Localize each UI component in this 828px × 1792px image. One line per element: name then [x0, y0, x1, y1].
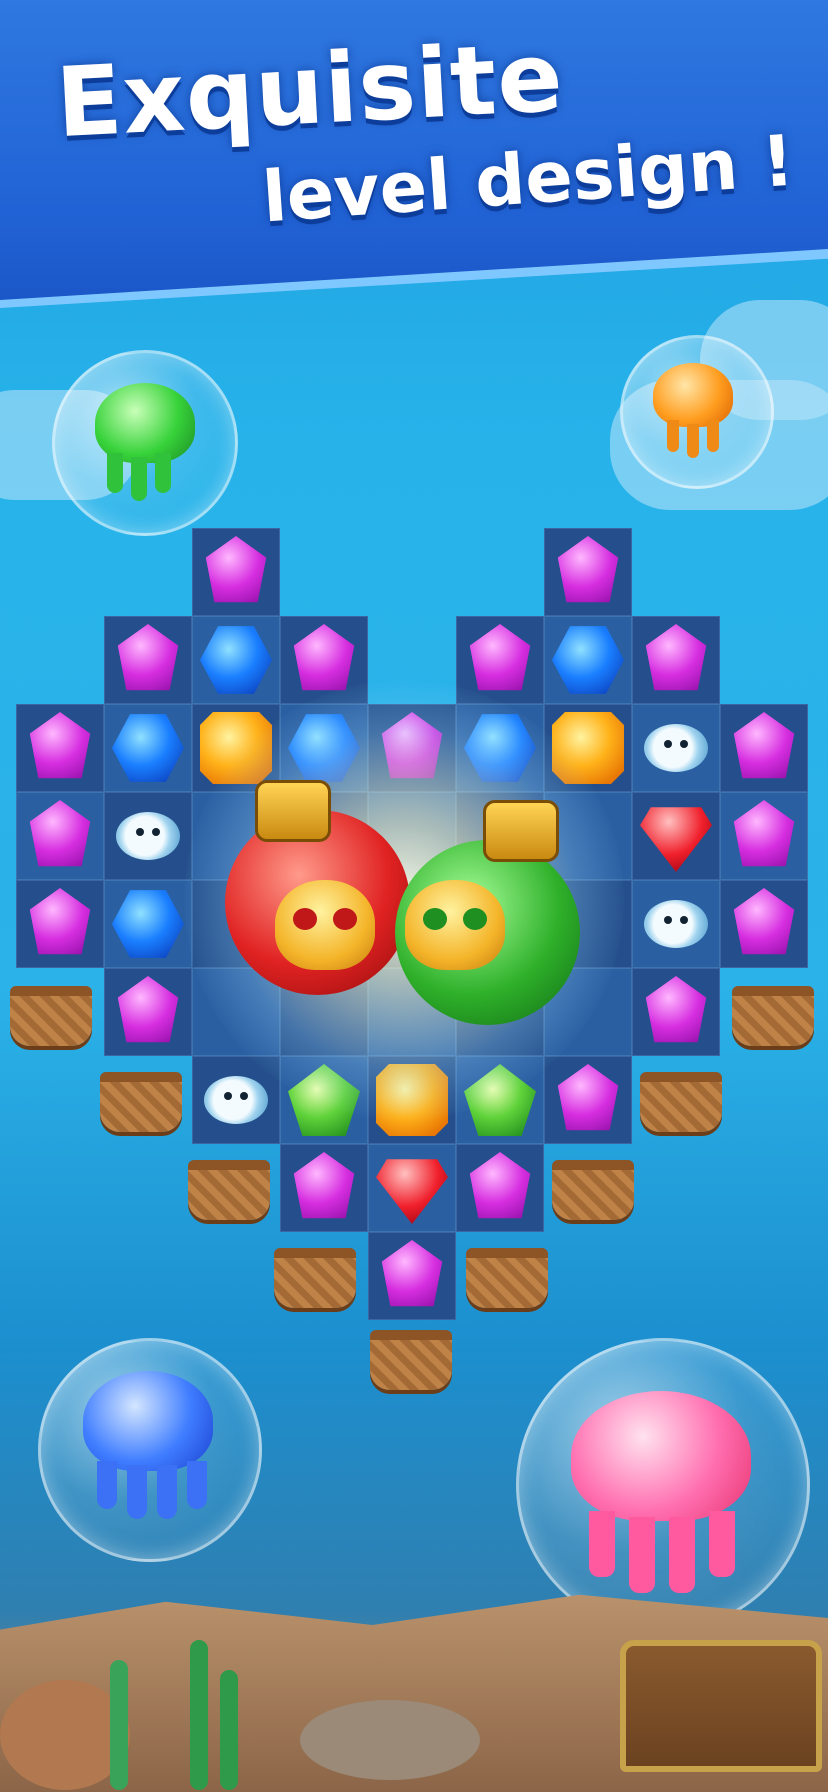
jellyfish-tentacle: [707, 420, 719, 452]
seaweed: [190, 1640, 208, 1790]
skull-eye: [333, 908, 357, 930]
basket: [466, 1248, 548, 1308]
jellyfish-tentacle: [131, 457, 147, 501]
seaweed: [110, 1660, 128, 1790]
jellyfish-tentacle: [107, 453, 123, 493]
basket: [732, 986, 814, 1046]
basket: [370, 1330, 452, 1390]
jellyfish-icon: [653, 363, 733, 427]
basket: [100, 1072, 182, 1132]
jellyfish-icon: [571, 1391, 751, 1521]
jellyfish-tentacle: [157, 1465, 177, 1519]
jellyfish-tentacle: [669, 1517, 695, 1593]
rock: [300, 1700, 480, 1780]
blue-jellyfish-bubble[interactable]: [38, 1338, 262, 1562]
bomb-fuse-cap: [483, 800, 559, 862]
jellyfish-tentacle: [687, 424, 699, 458]
pufferfish[interactable]: [644, 724, 708, 772]
green-jellyfish-bubble[interactable]: [52, 350, 238, 536]
basket: [640, 1072, 722, 1132]
orange-jellyfish-bubble[interactable]: [620, 335, 774, 489]
pink-jellyfish-bubble[interactable]: [516, 1338, 810, 1632]
basket: [274, 1248, 356, 1308]
green-skull-bomb[interactable]: [395, 800, 580, 1025]
jellyfish-tentacle: [187, 1461, 207, 1509]
seaweed: [220, 1670, 238, 1790]
jellyfish-tentacle: [667, 420, 679, 452]
skull-icon: [275, 880, 375, 970]
jellyfish-icon: [83, 1371, 213, 1471]
skull-eye: [463, 908, 487, 930]
skull-eye: [423, 908, 447, 930]
jellyfish-tentacle: [97, 1461, 117, 1509]
jellyfish-tentacle: [629, 1517, 655, 1593]
jellyfish-icon: [95, 383, 195, 463]
basket: [10, 986, 92, 1046]
skull-eye: [293, 908, 317, 930]
jellyfish-tentacle: [127, 1465, 147, 1519]
basket: [552, 1160, 634, 1220]
basket: [188, 1160, 270, 1220]
pufferfish[interactable]: [644, 900, 708, 948]
jellyfish-tentacle: [709, 1511, 735, 1577]
bomb-fuse-cap: [255, 780, 331, 842]
pufferfish[interactable]: [116, 812, 180, 860]
skull-icon: [405, 880, 505, 970]
pufferfish[interactable]: [204, 1076, 268, 1124]
treasure-chest: [620, 1640, 822, 1772]
jellyfish-tentacle: [589, 1511, 615, 1577]
red-skull-bomb[interactable]: [225, 780, 410, 995]
jellyfish-tentacle: [155, 453, 171, 493]
